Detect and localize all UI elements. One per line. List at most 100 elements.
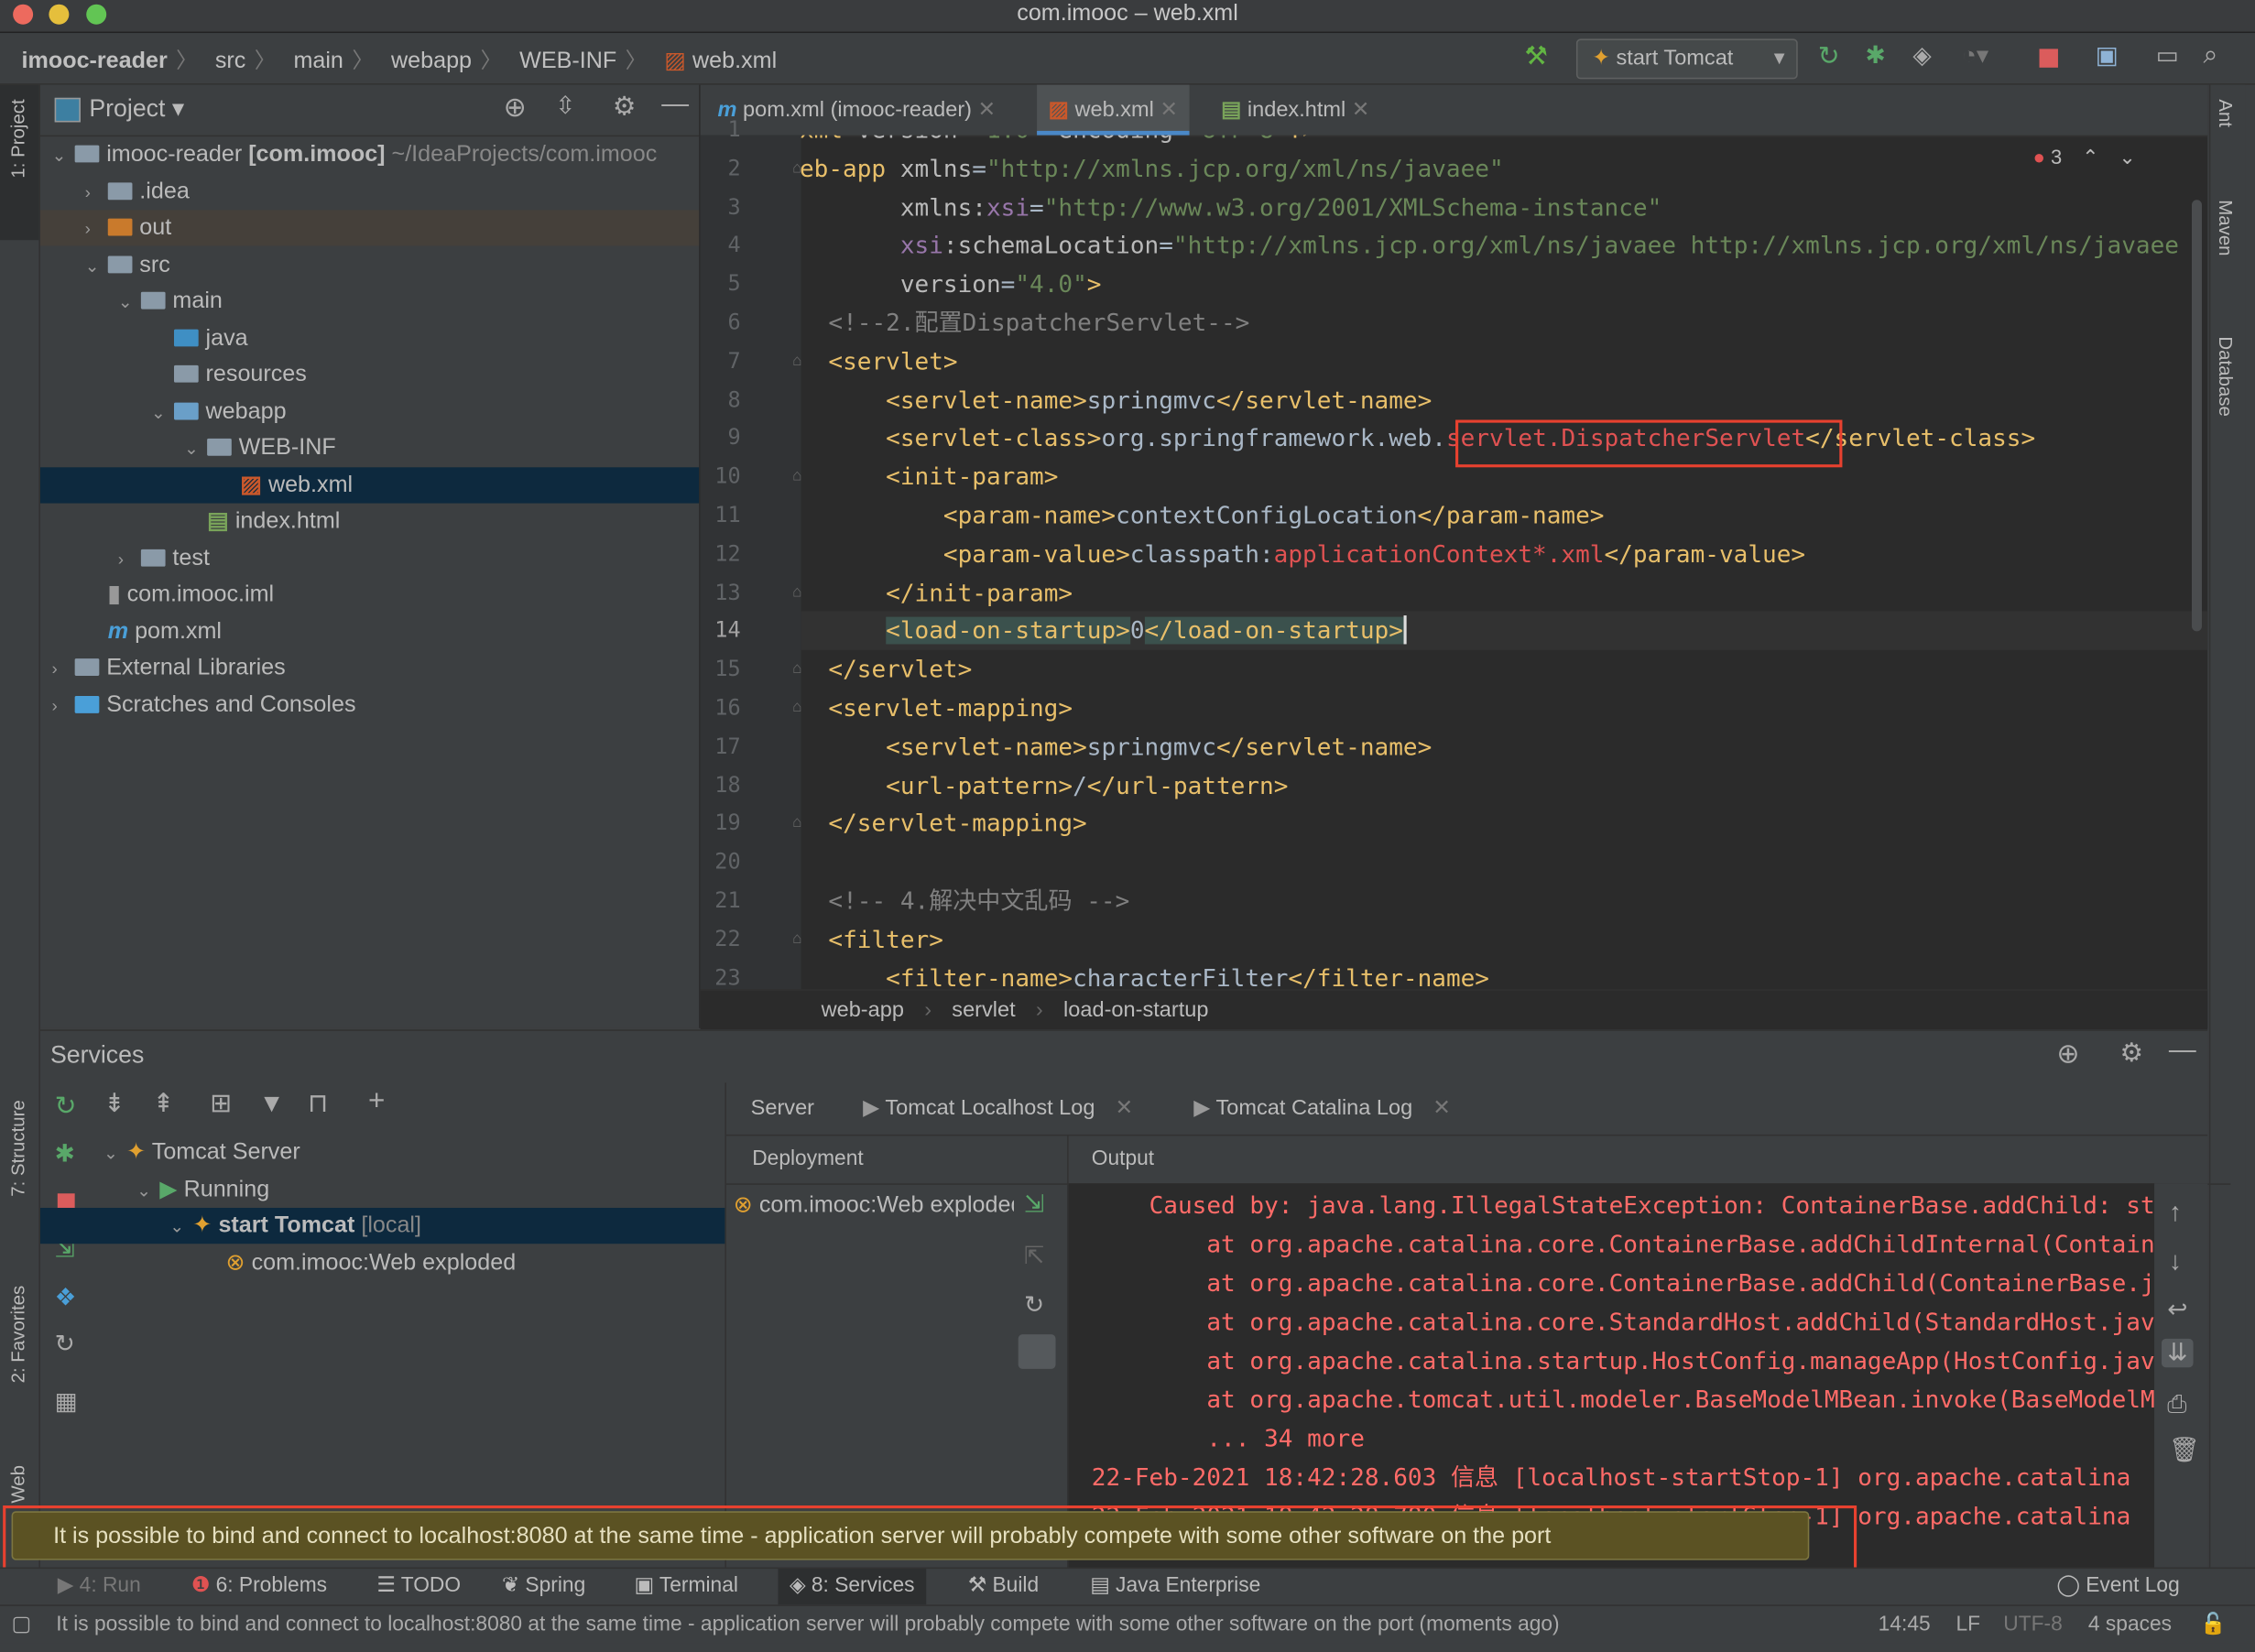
project-structure-icon[interactable]: ▣	[2096, 42, 2119, 71]
gear-icon[interactable]: ⚙	[613, 92, 636, 122]
tree-item[interactable]: › .idea	[40, 173, 699, 209]
tree-item[interactable]: ▮ com.imooc.iml	[40, 577, 699, 613]
group-by-icon[interactable]: ⊞	[210, 1089, 232, 1119]
expand-arrow-icon[interactable]: ⌄	[85, 248, 108, 284]
web-tool-button[interactable]: Web	[7, 1465, 29, 1504]
expand-arrow-icon[interactable]: ⌄	[169, 1210, 192, 1245]
expand-arrow-icon[interactable]: ›	[85, 212, 108, 247]
close-tab-icon[interactable]: ✕	[1154, 98, 1178, 123]
database-tool-button[interactable]: Database	[2215, 336, 2237, 416]
presentation-icon[interactable]: ▭	[2156, 42, 2179, 71]
expand-all-icon[interactable]: ⇟	[103, 1089, 125, 1119]
refresh-icon[interactable]: ↻	[55, 1330, 75, 1358]
tab-web-xml[interactable]: ▨ web.xml ✕	[1037, 84, 1190, 136]
deployment-item[interactable]: ⊗ com.imooc:Web exploded	[734, 1190, 1014, 1219]
toggle-tool-windows-icon[interactable]: ▢	[12, 1606, 32, 1644]
tree-item[interactable]: ⌄ src	[40, 246, 699, 282]
crumb-project[interactable]: imooc-reader	[22, 49, 168, 74]
close-tab-icon[interactable]: ✕	[972, 98, 997, 123]
tree-item[interactable]: ▤ index.html	[40, 504, 699, 539]
structure-tool-button[interactable]: 7: Structure	[7, 1100, 29, 1197]
tab-localhost-log[interactable]: ▶ Tomcat Localhost Log ✕	[863, 1082, 1133, 1135]
tool-window-terminal[interactable]: ▣ Terminal	[634, 1569, 737, 1604]
print-icon[interactable]: ⎙	[2167, 1390, 2186, 1418]
expand-arrow-icon[interactable]: ⌄	[118, 285, 141, 321]
locate-icon[interactable]: ⊕	[504, 92, 527, 125]
event-log-button[interactable]: ◯ Event Log	[2056, 1569, 2179, 1604]
debug-icon[interactable]: ✱	[1866, 42, 1886, 71]
line-separator[interactable]: LF	[1955, 1606, 1980, 1644]
run-config-select[interactable]: ✦ start Tomcat ▾	[1575, 38, 1798, 80]
tree-item[interactable]: ⌄ imooc-reader [com.imooc] ~/IdeaProjects…	[40, 136, 699, 172]
tab-index-html[interactable]: ▤ index.html ✕	[1210, 85, 1382, 136]
profile-icon[interactable]: ◔▾	[1962, 42, 1989, 71]
previous-highlight-icon[interactable]: ⌃	[2082, 146, 2098, 168]
tree-item[interactable]: ▨ web.xml	[39, 466, 700, 503]
service-item[interactable]: ⌄ ✦ Tomcat Server	[40, 1135, 724, 1170]
tree-item[interactable]: › test	[40, 540, 699, 576]
editor-scrollbar[interactable]	[2191, 200, 2202, 632]
file-encoding[interactable]: UTF-8	[2003, 1606, 2063, 1644]
crumb-web-app[interactable]: web-app	[822, 998, 904, 1023]
collapse-all-icon[interactable]: ⇞	[152, 1089, 174, 1119]
next-highlight-icon[interactable]: ⌄	[2119, 146, 2135, 168]
build-hammer-icon[interactable]: ⚒	[1524, 42, 1547, 72]
service-item[interactable]: ⌄ ✦ start Tomcat [local]	[39, 1207, 725, 1245]
expand-arrow-icon[interactable]: ⌄	[184, 431, 207, 467]
artifacts-icon[interactable]: ❖	[55, 1284, 77, 1312]
crumb-servlet[interactable]: servlet	[952, 998, 1015, 1023]
tree-item[interactable]: › Scratches and Consoles	[40, 687, 699, 723]
crumb-webapp[interactable]: webapp	[391, 49, 472, 74]
service-item[interactable]: ⌄ ▶ Running	[40, 1171, 724, 1207]
code-area[interactable]: <?xml version="1.0" encoding="UTF-8"?><w…	[801, 136, 2208, 989]
tree-item[interactable]: ⌄ main	[40, 283, 699, 319]
inspection-widget[interactable]: ● 3 ⌃ ⌄	[2033, 146, 2136, 170]
tab-pom-xml[interactable]: m pom.xml (imooc-reader) ✕	[706, 85, 1008, 136]
crumb-web-inf[interactable]: WEB-INF	[519, 49, 616, 74]
scroll-to-end-icon[interactable]: ⇊	[2162, 1338, 2194, 1368]
filter-icon[interactable]: ▼	[259, 1089, 285, 1119]
crumb-web-xml[interactable]: ▨ web.xml	[664, 46, 777, 74]
lock-icon[interactable]: 🔓	[2200, 1606, 2226, 1644]
close-tab-icon[interactable]: ✕	[1345, 98, 1370, 123]
tab-catalina-log[interactable]: ▶ Tomcat Catalina Log ✕	[1193, 1082, 1451, 1135]
crumb-main[interactable]: main	[293, 49, 343, 74]
tool-window-run[interactable]: ▶ 4: Run	[58, 1569, 141, 1604]
service-item[interactable]: ⊗ com.imooc:Web exploded	[40, 1244, 724, 1280]
expand-arrow-icon[interactable]: ⌄	[136, 1172, 159, 1208]
new-service-icon[interactable]: ⊓	[308, 1089, 328, 1119]
tree-item[interactable]: ⌄ WEB-INF	[40, 429, 699, 465]
tree-item[interactable]: ⌄ webapp	[40, 393, 699, 429]
expand-arrow-icon[interactable]: ⌄	[151, 395, 174, 430]
stop-icon[interactable]	[2039, 49, 2058, 68]
caret-position[interactable]: 14:45	[1879, 1606, 1931, 1644]
arrow-up-icon[interactable]: ↑	[2169, 1198, 2182, 1228]
favorites-tool-button[interactable]: 2: Favorites	[7, 1286, 29, 1384]
tree-item[interactable]: › External Libraries	[40, 650, 699, 686]
crumb-load-on-startup[interactable]: load-on-startup	[1063, 998, 1208, 1023]
deploy-icon[interactable]: ⇲	[1024, 1190, 1044, 1219]
undeploy-icon[interactable]: ⇱	[1024, 1243, 1044, 1271]
locate-icon[interactable]: ⊕	[2056, 1038, 2079, 1071]
project-view-select[interactable]: Project ▾	[89, 95, 184, 124]
hide-panel-icon[interactable]: —	[661, 89, 689, 121]
add-icon[interactable]: +	[368, 1086, 385, 1119]
search-icon[interactable]: ⌕	[2204, 40, 2218, 71]
refresh-icon[interactable]: ↻	[1024, 1291, 1044, 1320]
expand-arrow-icon[interactable]: ›	[52, 688, 75, 723]
expand-arrow-icon[interactable]: ›	[52, 651, 75, 687]
expand-arrow-icon[interactable]: ›	[85, 175, 108, 211]
tree-item[interactable]: resources	[40, 356, 699, 392]
expand-arrow-icon[interactable]: ⌄	[52, 138, 75, 174]
tree-item[interactable]: m pom.xml	[40, 614, 699, 649]
rerun-icon[interactable]: ↻	[1818, 42, 1840, 72]
expand-arrow-icon[interactable]: ⌄	[103, 1136, 126, 1171]
hide-panel-icon[interactable]: —	[2169, 1036, 2196, 1068]
crumb-src[interactable]: src	[215, 49, 245, 74]
trash-icon[interactable]: 🗑	[2169, 1437, 2200, 1465]
tool-window-spring[interactable]: ❦ Spring	[502, 1569, 585, 1604]
tool-window-java-enterprise[interactable]: ▤ Java Enterprise	[1090, 1569, 1260, 1604]
expand-arrow-icon[interactable]: ›	[118, 541, 141, 577]
tree-item[interactable]: java	[40, 320, 699, 355]
collapse-all-icon[interactable]: ⇳	[555, 92, 575, 120]
